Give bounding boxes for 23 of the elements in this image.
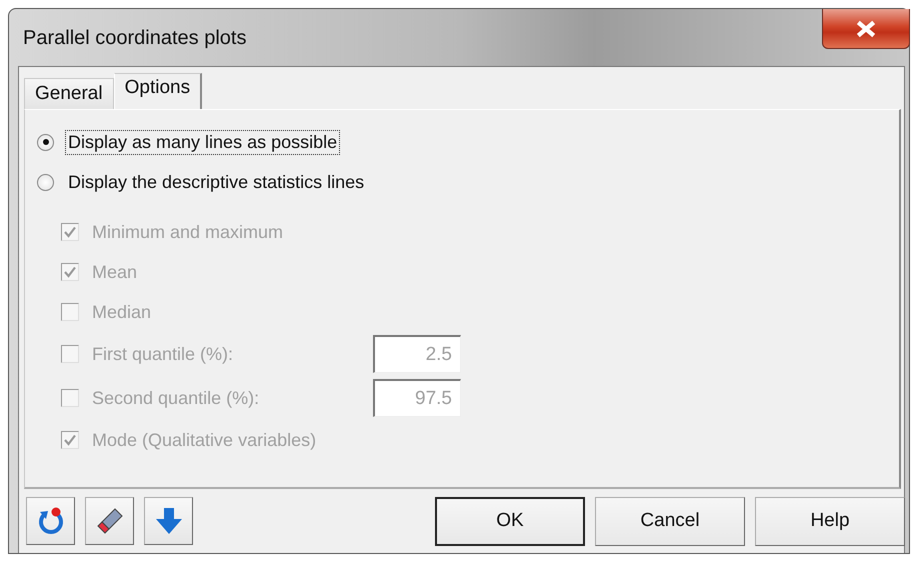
checkbox-label: Minimum and maximum (91, 220, 284, 244)
radio-button[interactable] (37, 134, 54, 150)
checkbox-label: Second quantile (%): (91, 386, 260, 410)
reset-button[interactable] (26, 497, 75, 545)
close-button[interactable] (822, 9, 910, 49)
down-arrow-icon (154, 506, 184, 536)
checkbox-label: Median (91, 300, 152, 324)
dialog-button[interactable]: OK (435, 496, 585, 546)
checkbox-label: Mode (Qualitative variables) (91, 428, 318, 452)
checkbox-label: Mean (91, 260, 138, 284)
dialog-button[interactable]: Cancel (595, 496, 745, 546)
radio-label: Display the descriptive statistics lines (67, 170, 366, 194)
radio-button[interactable] (37, 174, 54, 190)
close-icon (855, 20, 877, 38)
radio-label: Display as many lines as possible (65, 130, 340, 154)
eraser-icon (94, 506, 124, 536)
window-title: Parallel coordinates plots (23, 27, 246, 50)
tab[interactable]: General (24, 78, 114, 109)
checkbox-label: First quantile (%): (91, 342, 234, 366)
down-button[interactable] (144, 497, 193, 545)
tab[interactable]: Options (114, 73, 202, 109)
eraser-button[interactable] (85, 497, 134, 545)
dialog-button[interactable]: Help (755, 496, 905, 546)
